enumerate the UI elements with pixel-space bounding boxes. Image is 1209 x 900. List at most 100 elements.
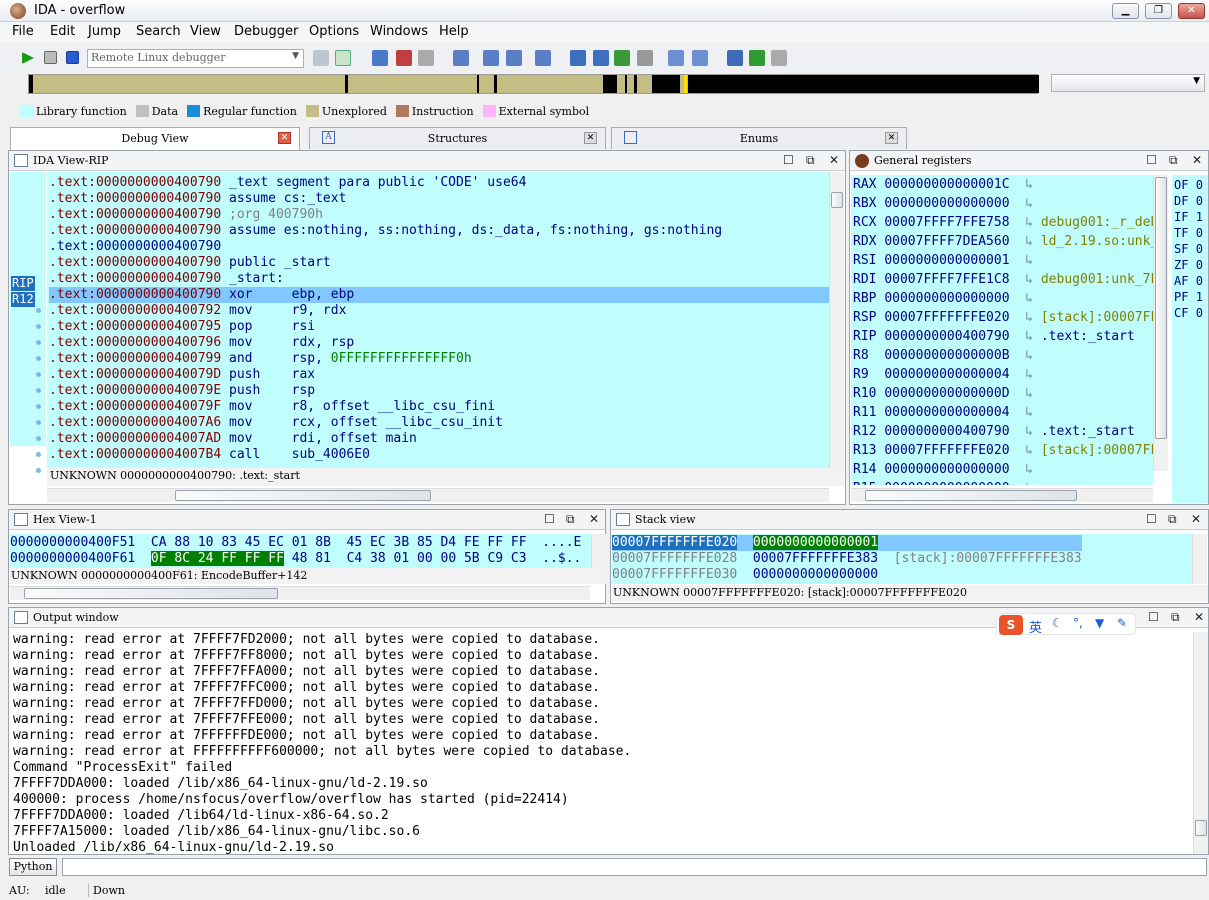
delete-breakpoint-icon[interactable]: [418, 50, 434, 66]
start-process-icon[interactable]: [22, 52, 34, 64]
menu-file[interactable]: File: [12, 24, 34, 39]
register-value[interactable]: 00007FFFFFFFE020: [884, 443, 1009, 458]
flag-value[interactable]: 0: [1196, 178, 1203, 192]
breakpoint-dot[interactable]: [36, 436, 41, 441]
breakpoint-dot[interactable]: [36, 452, 41, 457]
disasm-line[interactable]: .text:0000000000400792 mov r9, rdx: [49, 303, 829, 319]
float-icon[interactable]: ⧉: [566, 512, 575, 527]
register-row[interactable]: R10 000000000000000D ↳: [853, 384, 1153, 403]
run-to-cursor-icon[interactable]: [483, 50, 499, 66]
disasm-line[interactable]: .text:0000000000400790 public _start: [49, 255, 829, 271]
hex-row[interactable]: 0000000000400F51 CA 88 10 83 45 EC 01 8B…: [10, 535, 581, 551]
go-icon[interactable]: [614, 50, 630, 66]
minimize-icon[interactable]: ☐: [1146, 512, 1157, 526]
register-row[interactable]: R9 0000000000000004 ↳: [853, 365, 1153, 384]
register-reference[interactable]: .text:_start: [1041, 329, 1135, 344]
breakpoint-dot[interactable]: [36, 404, 41, 409]
command-input[interactable]: [62, 858, 1207, 876]
register-row[interactable]: R14 0000000000000000 ↳: [853, 460, 1153, 479]
jump-arrow-icon[interactable]: ↳: [1010, 424, 1041, 439]
disasm-line[interactable]: .text:00000000004007B4 call sub_4006E0: [49, 447, 829, 463]
register-row[interactable]: RDI 00007FFFF7FFE1C8 ↳ debug001:unk_7F: [853, 270, 1153, 289]
scrollbar-thumb[interactable]: [1195, 820, 1207, 836]
flag-row[interactable]: DF 0: [1174, 193, 1203, 209]
breakpoint-dot[interactable]: [36, 420, 41, 425]
flags-panel[interactable]: OF 0 DF 0 IF 1 TF 0 SF 0 ZF 0 AF 0 PF 1 CF 0: [1172, 175, 1208, 503]
tab-structures[interactable]: A Structures ✕: [309, 127, 606, 149]
minimize-button[interactable]: ▁: [1112, 3, 1139, 19]
breakpoint-dot[interactable]: [36, 468, 41, 473]
register-value[interactable]: 00007FFFF7FFE1C8: [884, 272, 1009, 287]
breakpoint-dot[interactable]: [36, 356, 41, 361]
flag-value[interactable]: 0: [1196, 242, 1203, 256]
moon-icon[interactable]: ☾: [1052, 616, 1063, 630]
disasm-line[interactable]: .text:000000000040079D push rax: [49, 367, 829, 383]
register-row[interactable]: RIP 0000000000400790 ↳ .text:_start: [853, 327, 1153, 346]
breakpoint-icon[interactable]: [396, 50, 412, 66]
stack-row[interactable]: 00007FFFFFFFE030 0000000000000000: [612, 567, 1082, 583]
trace-icon[interactable]: [535, 50, 551, 66]
jump-arrow-icon[interactable]: ↳: [1010, 405, 1041, 420]
register-row[interactable]: RSP 00007FFFFFFFE020 ↳ [stack]:00007FF: [853, 308, 1153, 327]
register-row[interactable]: R15 0000000000000000 ↳: [853, 479, 1153, 485]
menu-jump[interactable]: Jump: [88, 24, 121, 39]
jump-arrow-icon[interactable]: ↳: [1010, 177, 1041, 192]
jump-arrow-icon[interactable]: ↳: [1010, 443, 1041, 458]
flag-row[interactable]: SF 0: [1174, 241, 1203, 257]
menu-edit[interactable]: Edit: [50, 24, 75, 39]
jump-arrow-icon[interactable]: ↳: [1010, 234, 1041, 249]
register-row[interactable]: R13 00007FFFFFFFE020 ↳ [stack]:00007FF: [853, 441, 1153, 460]
flag-value[interactable]: 0: [1196, 306, 1203, 320]
jump-arrow-icon[interactable]: ↳: [1010, 272, 1041, 287]
vertical-scrollbar[interactable]: [1153, 175, 1168, 471]
register-value[interactable]: 000000000000001C: [884, 177, 1009, 192]
disasm-line[interactable]: .text:0000000000400796 mov rdx, rsp: [49, 335, 829, 351]
scrollbar-thumb[interactable]: [24, 588, 278, 599]
jump-arrow-icon[interactable]: ↳: [1010, 196, 1041, 211]
terminate-process-icon[interactable]: [66, 51, 79, 64]
hex-row[interactable]: 0000000000400F61 0F 8C 24 FF FF FF 48 81…: [10, 551, 581, 567]
close-icon[interactable]: ✕: [278, 132, 291, 144]
step-out-icon[interactable]: [506, 50, 522, 66]
register-value[interactable]: 00007FFFF7FFE758: [884, 215, 1009, 230]
register-value[interactable]: 0000000000000004: [884, 405, 1009, 420]
scrollbar-thumb[interactable]: [1155, 177, 1167, 439]
jump-arrow-icon[interactable]: ↳: [1010, 481, 1041, 485]
debugger-select[interactable]: Remote Linux debugger ▼: [87, 49, 304, 68]
register-value[interactable]: 0000000000400790: [884, 329, 1009, 344]
ime-language-label[interactable]: 英: [1029, 617, 1042, 636]
register-value[interactable]: 0000000000000000: [884, 291, 1009, 306]
remove-watch-icon[interactable]: [771, 50, 787, 66]
float-icon[interactable]: ⧉: [1168, 512, 1177, 527]
navigation-select[interactable]: ▼: [1051, 74, 1205, 92]
stop-trace-icon[interactable]: [637, 50, 653, 66]
breakpoint-dot[interactable]: [36, 324, 41, 329]
register-value[interactable]: 0000000000000000: [884, 462, 1009, 477]
glasses-icon[interactable]: [727, 50, 743, 66]
close-button[interactable]: ✕: [1178, 3, 1205, 19]
breakpoint-dot[interactable]: [36, 340, 41, 345]
register-value[interactable]: 000000000000000B: [884, 348, 1009, 363]
register-value[interactable]: 0000000000000000: [884, 481, 1009, 485]
flag-value[interactable]: 0: [1196, 194, 1203, 208]
disasm-line[interactable]: .text:000000000040079E push rsp: [49, 383, 829, 399]
register-row[interactable]: RSI 0000000000000001 ↳: [853, 251, 1153, 270]
register-value[interactable]: 0000000000000004: [884, 367, 1009, 382]
disasm-line[interactable]: .text:0000000000400799 and rsp, 0FFFFFFF…: [49, 351, 829, 367]
breakpoint-dot[interactable]: [36, 388, 41, 393]
float-icon[interactable]: ⧉: [1171, 610, 1180, 625]
register-row[interactable]: RDX 00007FFFF7DEA560 ↳ ld_2.19.so:unk_: [853, 232, 1153, 251]
jump-arrow-icon[interactable]: ↳: [1010, 329, 1041, 344]
minimize-icon[interactable]: ☐: [544, 512, 555, 526]
flag-row[interactable]: IF 1: [1174, 209, 1203, 225]
horizontal-scrollbar[interactable]: [851, 488, 1153, 502]
scrollbar-thumb[interactable]: [175, 490, 431, 501]
jump-arrow-icon[interactable]: ↳: [1010, 386, 1041, 401]
register-value[interactable]: 00007FFFF7DEA560: [884, 234, 1009, 249]
flag-row[interactable]: TF 0: [1174, 225, 1203, 241]
horizontal-scrollbar[interactable]: [10, 586, 590, 600]
layout-icon[interactable]: [692, 50, 708, 66]
register-row[interactable]: RBP 0000000000000000 ↳: [853, 289, 1153, 308]
pause-process-icon[interactable]: [44, 51, 57, 64]
jump-icon[interactable]: [570, 50, 586, 66]
